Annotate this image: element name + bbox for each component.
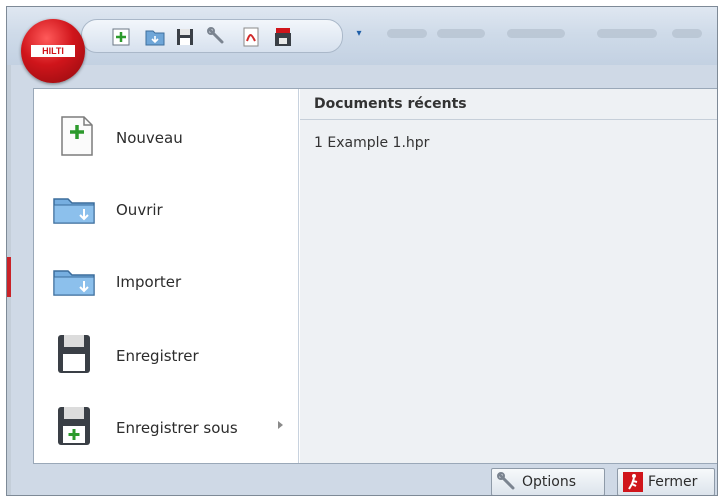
hilti-logo: HILTI <box>31 45 75 57</box>
menu-item-label: Enregistrer sous <box>116 419 238 437</box>
menu-item-save-as[interactable]: Enregistrer sous <box>34 387 299 457</box>
recent-document-item[interactable]: 1 Example 1.hpr <box>314 135 429 151</box>
menu-item-label: Enregistrer <box>116 347 199 365</box>
menu-item-label: Ouvrir <box>116 201 163 219</box>
application-menu-button[interactable]: HILTI <box>21 19 85 83</box>
blurred-tab <box>672 29 702 38</box>
blurred-tab <box>597 29 657 38</box>
wrench-icon[interactable] <box>206 26 228 48</box>
menu-item-label: Importer <box>116 273 182 291</box>
application-menu: Nouveau Ouvrir Importer Enregistrer Enre… <box>33 88 717 464</box>
blurred-tab <box>437 29 485 38</box>
blurred-tab <box>507 29 565 38</box>
recent-documents-panel: Documents récents 1 Example 1.hpr <box>300 89 717 463</box>
quick-access-toolbar <box>81 19 343 53</box>
pdf-icon[interactable] <box>240 26 262 48</box>
title-bar: ▾ <box>7 7 717 65</box>
menu-item-label: Nouveau <box>116 129 183 147</box>
options-button[interactable]: Options <box>491 468 605 495</box>
recent-documents-title: Documents récents <box>300 89 717 120</box>
submenu-arrow-icon <box>278 421 283 429</box>
print-icon[interactable] <box>272 26 294 48</box>
save-icon[interactable] <box>174 26 196 48</box>
menu-item-open[interactable]: Ouvrir <box>34 169 299 239</box>
wrench-icon <box>496 472 518 492</box>
blurred-tab <box>387 29 427 38</box>
menu-item-import[interactable]: Importer <box>34 241 299 311</box>
save-icon <box>50 331 98 377</box>
open-folder-icon <box>50 185 98 231</box>
options-label: Options <box>522 474 577 490</box>
menu-item-save[interactable]: Enregistrer <box>34 315 299 385</box>
menu-item-new[interactable]: Nouveau <box>34 97 299 167</box>
application-window: ▾ HILTI Nouveau Ouvrir Importer Enregist… <box>6 6 718 496</box>
customize-qat-dropdown[interactable]: ▾ <box>353 27 365 41</box>
menu-footer: Options Fermer <box>33 464 717 495</box>
new-icon[interactable] <box>110 26 132 48</box>
left-edge-red-marker <box>7 257 11 297</box>
close-button[interactable]: Fermer <box>617 468 715 495</box>
menu-commands: Nouveau Ouvrir Importer Enregistrer Enre… <box>34 89 299 463</box>
save-as-icon <box>50 403 98 449</box>
exit-icon <box>622 472 644 492</box>
close-label: Fermer <box>648 474 698 490</box>
import-folder-icon <box>50 257 98 303</box>
new-document-icon <box>50 113 98 159</box>
open-icon[interactable] <box>144 26 166 48</box>
